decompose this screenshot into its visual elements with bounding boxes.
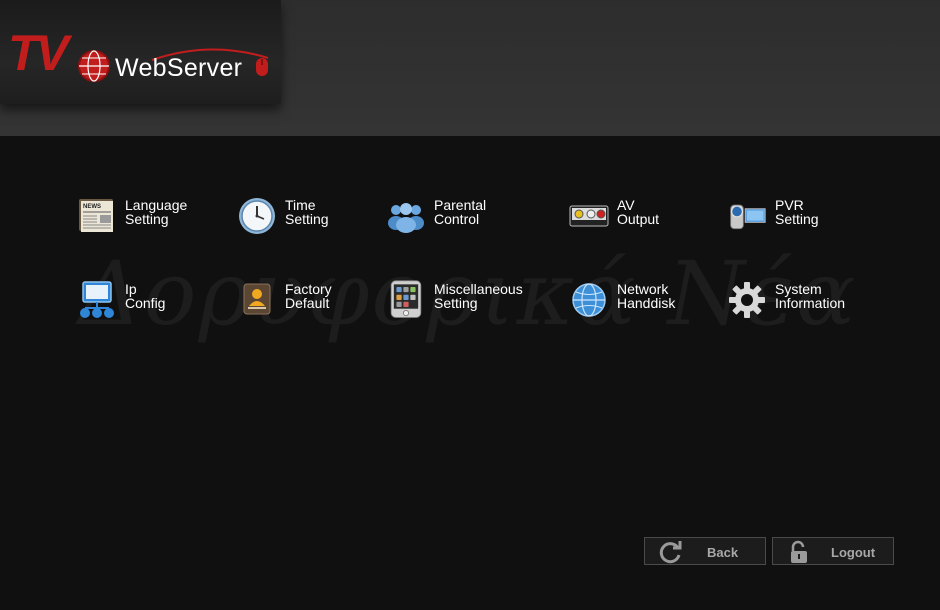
menu-label: Factory Default [285,281,332,311]
menu-label: Miscellaneous Setting [434,281,523,311]
logo: TV WebServer [0,0,281,104]
back-button[interactable]: Back [644,537,766,565]
logo-webserver-text: WebServer [115,54,243,82]
menu-av-output[interactable]: AV Output [569,194,719,238]
svg-text:NEWS: NEWS [83,204,101,210]
menu-label: Network Handdisk [617,281,676,311]
newspaper-icon: NEWS [79,199,113,232]
menu-language-setting[interactable]: NEWS Language Setting [77,194,227,238]
menu-label: Time Setting [285,197,329,227]
menu-label: Parental Control [434,197,487,227]
av-connector-icon [569,205,609,227]
menu-label: System Information [775,281,846,311]
globe-icon [572,283,606,317]
logo-tv-text: TV [8,25,69,81]
unlocked-padlock-icon [791,540,807,563]
refresh-back-icon [659,541,682,564]
menu-system-information[interactable]: System Information [727,278,877,322]
menu-factory-default[interactable]: Factory Default [237,278,387,322]
logo-mouse-icon [256,58,268,76]
menu-label: Ip Config [125,281,166,311]
network-monitor-icon [80,281,114,318]
menu-time-setting[interactable]: Time Setting [237,194,387,238]
camcorder-icon [730,204,766,230]
back-button-label: Back [707,545,739,560]
menu-network-handdisk[interactable]: Network Handdisk [569,278,719,322]
menu-miscellaneous-setting[interactable]: Miscellaneous Setting [386,278,536,322]
contact-card-icon [243,283,271,315]
gear-icon [729,282,765,318]
menu-label: Language Setting [125,197,188,227]
menu-parental-control[interactable]: Parental Control [386,194,536,238]
people-icon [388,203,424,233]
logout-button[interactable]: Logout [772,537,894,565]
logout-button-label: Logout [831,545,876,560]
menu-label: AV Output [617,197,660,227]
menu-label: PVR Setting [775,197,819,227]
menu-ip-config[interactable]: Ip Config [77,278,227,322]
clock-icon [239,198,275,234]
menu-pvr-setting[interactable]: PVR Setting [727,194,877,238]
tablet-apps-icon [390,280,422,318]
logo-globe-icon [78,50,110,82]
